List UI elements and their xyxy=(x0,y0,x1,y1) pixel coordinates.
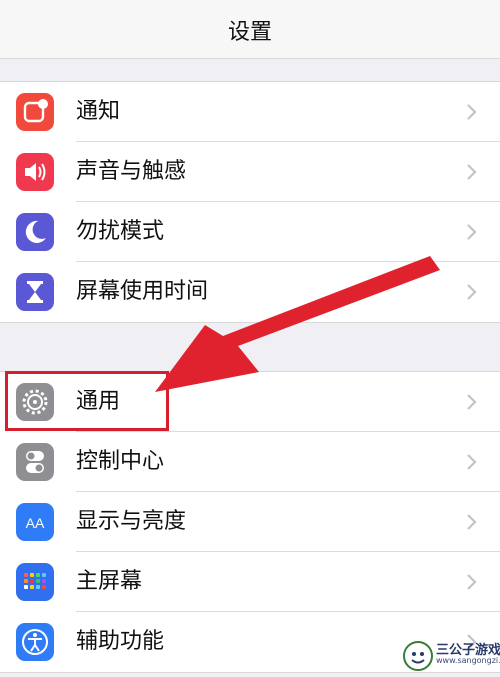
navigation-bar: 设置 xyxy=(0,0,500,59)
toggles-icon xyxy=(16,443,54,481)
settings-row-label: 显示与亮度 xyxy=(76,509,187,534)
aa-icon: AA xyxy=(16,503,54,541)
chevron-right-icon xyxy=(462,453,480,471)
settings-row-control-center[interactable]: 控制中心 xyxy=(0,432,500,492)
settings-row-sounds[interactable]: 声音与触感 xyxy=(0,142,500,202)
page-title: 设置 xyxy=(227,20,272,45)
chevron-right-icon xyxy=(462,103,480,121)
settings-row-label: 通知 xyxy=(76,99,121,124)
chevron-right-icon xyxy=(462,573,480,591)
gear-icon xyxy=(16,383,54,421)
home-grid-icon xyxy=(16,563,54,601)
settings-row-home-screen[interactable]: 主屏幕 xyxy=(0,552,500,612)
settings-row-label: 勿扰模式 xyxy=(76,219,165,244)
settings-row-label: 主屏幕 xyxy=(76,569,143,594)
settings-row-display[interactable]: AA 显示与亮度 xyxy=(0,492,500,552)
settings-row-general[interactable]: 通用 xyxy=(0,372,500,432)
chevron-right-icon xyxy=(462,513,480,531)
speaker-icon xyxy=(16,153,54,191)
notifications-icon xyxy=(16,93,54,131)
moon-icon xyxy=(16,213,54,251)
settings-row-label: 辅助功能 xyxy=(76,629,165,654)
settings-group-1: 通知声音与触感勿扰模式屏幕使用时间 xyxy=(0,81,500,323)
chevron-right-icon xyxy=(462,393,480,411)
settings-row-accessibility[interactable]: 辅助功能 xyxy=(0,612,500,672)
settings-row-screen-time[interactable]: 屏幕使用时间 xyxy=(0,262,500,322)
hourglass-icon xyxy=(16,273,54,311)
svg-text:AA: AA xyxy=(26,515,45,531)
settings-group-2: 通用控制中心 AA 显示与亮度主屏幕辅助功能 xyxy=(0,371,500,673)
chevron-right-icon xyxy=(462,283,480,301)
chevron-right-icon xyxy=(462,633,480,651)
settings-row-label: 通用 xyxy=(76,389,121,414)
settings-row-label: 屏幕使用时间 xyxy=(76,279,209,304)
accessibility-icon xyxy=(16,623,54,661)
settings-row-label: 声音与触感 xyxy=(76,159,187,184)
chevron-right-icon xyxy=(462,223,480,241)
settings-row-label: 控制中心 xyxy=(76,449,165,474)
chevron-right-icon xyxy=(462,163,480,181)
settings-row-dnd[interactable]: 勿扰模式 xyxy=(0,202,500,262)
settings-row-notifications[interactable]: 通知 xyxy=(0,82,500,142)
